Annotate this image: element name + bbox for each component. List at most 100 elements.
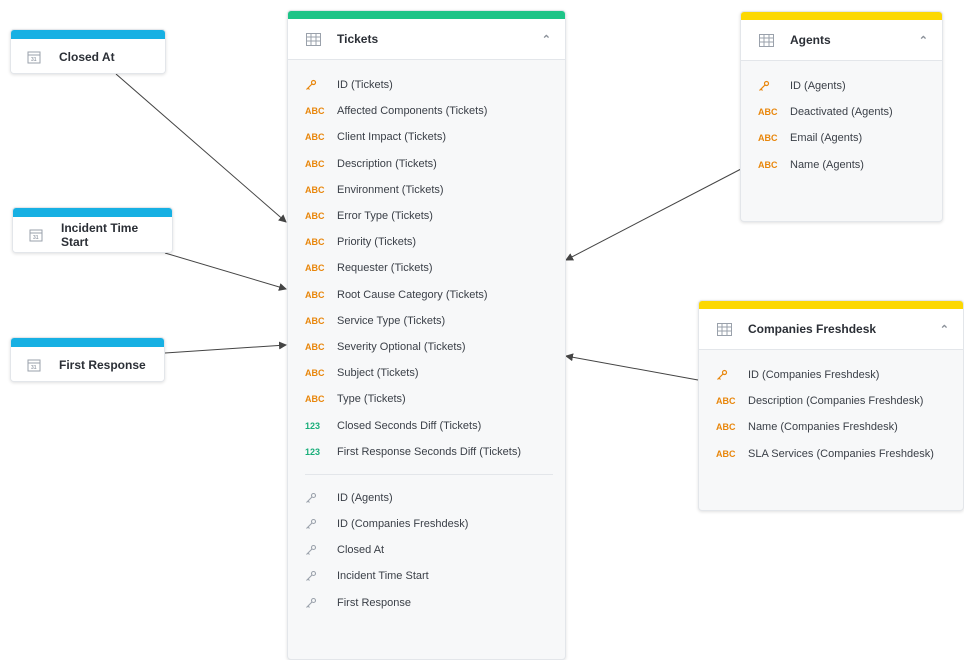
- field-label: First Response: [337, 596, 411, 609]
- text-type-icon: ABC: [758, 107, 778, 118]
- field-row[interactable]: ABC Affected Components (Tickets): [305, 98, 565, 124]
- text-type-icon: ABC: [305, 315, 325, 326]
- link-agents: [565, 168, 742, 261]
- text-type-icon: ABC: [758, 159, 778, 170]
- field-label: Description (Companies Freshdesk): [748, 395, 924, 408]
- svg-text:31: 31: [33, 235, 39, 241]
- agents-header[interactable]: Agents ⌃: [741, 20, 942, 61]
- field-label: Type (Tickets): [337, 393, 406, 406]
- table-icon: [306, 32, 321, 46]
- field-row[interactable]: 123 Closed Seconds Diff (Tickets): [305, 412, 565, 438]
- text-type-icon: ABC: [716, 422, 736, 433]
- field-label: Closed At: [337, 544, 385, 557]
- field-label: Environment (Tickets): [337, 183, 444, 196]
- field-label: Description (Tickets): [337, 157, 437, 170]
- field-row[interactable]: ABC Type (Tickets): [305, 386, 565, 412]
- field-row[interactable]: ABC Requester (Tickets): [305, 255, 565, 281]
- field-label: First Response Seconds Diff (Tickets): [337, 445, 522, 458]
- field-label: Error Type (Tickets): [337, 210, 433, 223]
- calendar-icon: 31: [27, 51, 41, 64]
- field-label: Service Type (Tickets): [337, 314, 446, 327]
- text-type-icon: ABC: [305, 184, 325, 195]
- foreign-key-icon: [305, 518, 337, 530]
- date-card-first-response[interactable]: 31 First Response: [10, 337, 165, 382]
- companies-table-card[interactable]: Companies Freshdesk ⌃ ID (Companies Fres…: [698, 300, 964, 511]
- field-row[interactable]: ABC Description (Tickets): [305, 151, 565, 177]
- field-row[interactable]: ABC Error Type (Tickets): [305, 203, 565, 229]
- field-label: Requester (Tickets): [337, 262, 433, 275]
- date-card-label: Incident Time Start: [61, 221, 139, 249]
- date-card-closed-at[interactable]: 31 Closed At: [10, 29, 166, 74]
- agents-field-list: ID (Agents) ABC Deactivated (Agents) ABC Ema…: [741, 61, 942, 178]
- number-type-icon: 123: [305, 420, 321, 431]
- field-row[interactable]: ABC Subject (Tickets): [305, 360, 565, 386]
- svg-text:31: 31: [31, 365, 37, 371]
- text-type-icon: ABC: [758, 133, 778, 144]
- table-icon: [759, 33, 774, 47]
- field-label: ID (Tickets): [337, 79, 393, 92]
- tickets-header[interactable]: Tickets ⌃: [288, 19, 565, 60]
- field-row[interactable]: ID (Companies Freshdesk): [716, 362, 963, 388]
- date-card-label: Closed At: [59, 50, 115, 64]
- field-row[interactable]: ABC Priority (Tickets): [305, 229, 565, 255]
- tickets-table-card[interactable]: Tickets ⌃ ID (Tickets) ABC Affected Compon…: [287, 10, 566, 660]
- collapse-chevron-icon[interactable]: ⌃: [542, 33, 551, 46]
- number-type-icon: 123: [305, 446, 321, 457]
- text-type-icon: ABC: [305, 263, 325, 274]
- field-label: ID (Agents): [337, 491, 393, 504]
- field-row[interactable]: 123 First Response Seconds Diff (Tickets): [305, 439, 565, 465]
- field-row[interactable]: ID (Companies Freshdesk): [305, 511, 565, 537]
- link-first-response: [164, 341, 287, 354]
- field-label: ID (Companies Freshdesk): [748, 369, 880, 382]
- foreign-key-icon: [305, 570, 337, 582]
- companies-header[interactable]: Companies Freshdesk ⌃: [699, 309, 963, 350]
- field-row[interactable]: ABC Service Type (Tickets): [305, 308, 565, 334]
- field-row[interactable]: ABC Deactivated (Agents): [758, 99, 942, 125]
- card-accent-bar: [288, 11, 565, 19]
- text-type-icon: ABC: [716, 448, 736, 459]
- field-row[interactable]: ABC Name (Agents): [758, 152, 942, 178]
- field-label: Priority (Tickets): [337, 236, 417, 249]
- field-row[interactable]: ABC SLA Services (Companies Freshdesk): [716, 441, 963, 467]
- field-row[interactable]: ABC Environment (Tickets): [305, 177, 565, 203]
- field-row[interactable]: ABC Description (Companies Freshdesk): [716, 388, 963, 414]
- field-label: Incident Time Start: [337, 570, 429, 583]
- field-row[interactable]: First Response: [305, 590, 565, 616]
- key-icon: [716, 369, 748, 381]
- text-type-icon: ABC: [305, 106, 325, 117]
- companies-field-list: ID (Companies Freshdesk) ABC Description (…: [699, 350, 963, 467]
- date-card-incident-time-start[interactable]: 31 Incident Time Start: [12, 207, 173, 253]
- field-label: Client Impact (Tickets): [337, 131, 447, 144]
- agents-table-card[interactable]: Agents ⌃ ID (Agents) ABC Deactivated (Agen…: [740, 11, 943, 222]
- section-divider: [305, 473, 553, 475]
- key-icon: [758, 80, 790, 92]
- field-row[interactable]: ABC Client Impact (Tickets): [305, 124, 565, 150]
- field-row[interactable]: ID (Agents): [758, 73, 942, 99]
- field-label: ID (Companies Freshdesk): [337, 518, 469, 531]
- field-row[interactable]: Closed At: [305, 537, 565, 563]
- field-row[interactable]: ABC Severity Optional (Tickets): [305, 334, 565, 360]
- text-type-icon: ABC: [305, 394, 325, 405]
- field-row[interactable]: ABC Email (Agents): [758, 125, 942, 151]
- field-label: Closed Seconds Diff (Tickets): [337, 419, 482, 432]
- calendar-icon: 31: [29, 229, 43, 242]
- field-row[interactable]: Incident Time Start: [305, 563, 565, 589]
- foreign-key-icon: [305, 544, 337, 556]
- text-type-icon: ABC: [305, 237, 325, 248]
- text-type-icon: ABC: [305, 289, 325, 300]
- card-title: Agents: [790, 33, 831, 47]
- field-label: Deactivated (Agents): [790, 106, 893, 119]
- field-row[interactable]: ID (Tickets): [305, 72, 565, 98]
- field-label: Severity Optional (Tickets): [337, 340, 466, 353]
- date-card-label: First Response: [59, 358, 146, 372]
- field-row[interactable]: ABC Root Cause Category (Tickets): [305, 282, 565, 308]
- collapse-chevron-icon[interactable]: ⌃: [940, 323, 949, 336]
- card-accent-bar: [741, 12, 942, 20]
- svg-text:31: 31: [31, 57, 37, 63]
- foreign-key-icon: [305, 492, 337, 504]
- field-label: Affected Components (Tickets): [337, 105, 488, 118]
- field-row[interactable]: ID (Agents): [305, 485, 565, 511]
- collapse-chevron-icon[interactable]: ⌃: [919, 34, 928, 47]
- field-label: Subject (Tickets): [337, 367, 419, 380]
- field-row[interactable]: ABC Name (Companies Freshdesk): [716, 414, 963, 440]
